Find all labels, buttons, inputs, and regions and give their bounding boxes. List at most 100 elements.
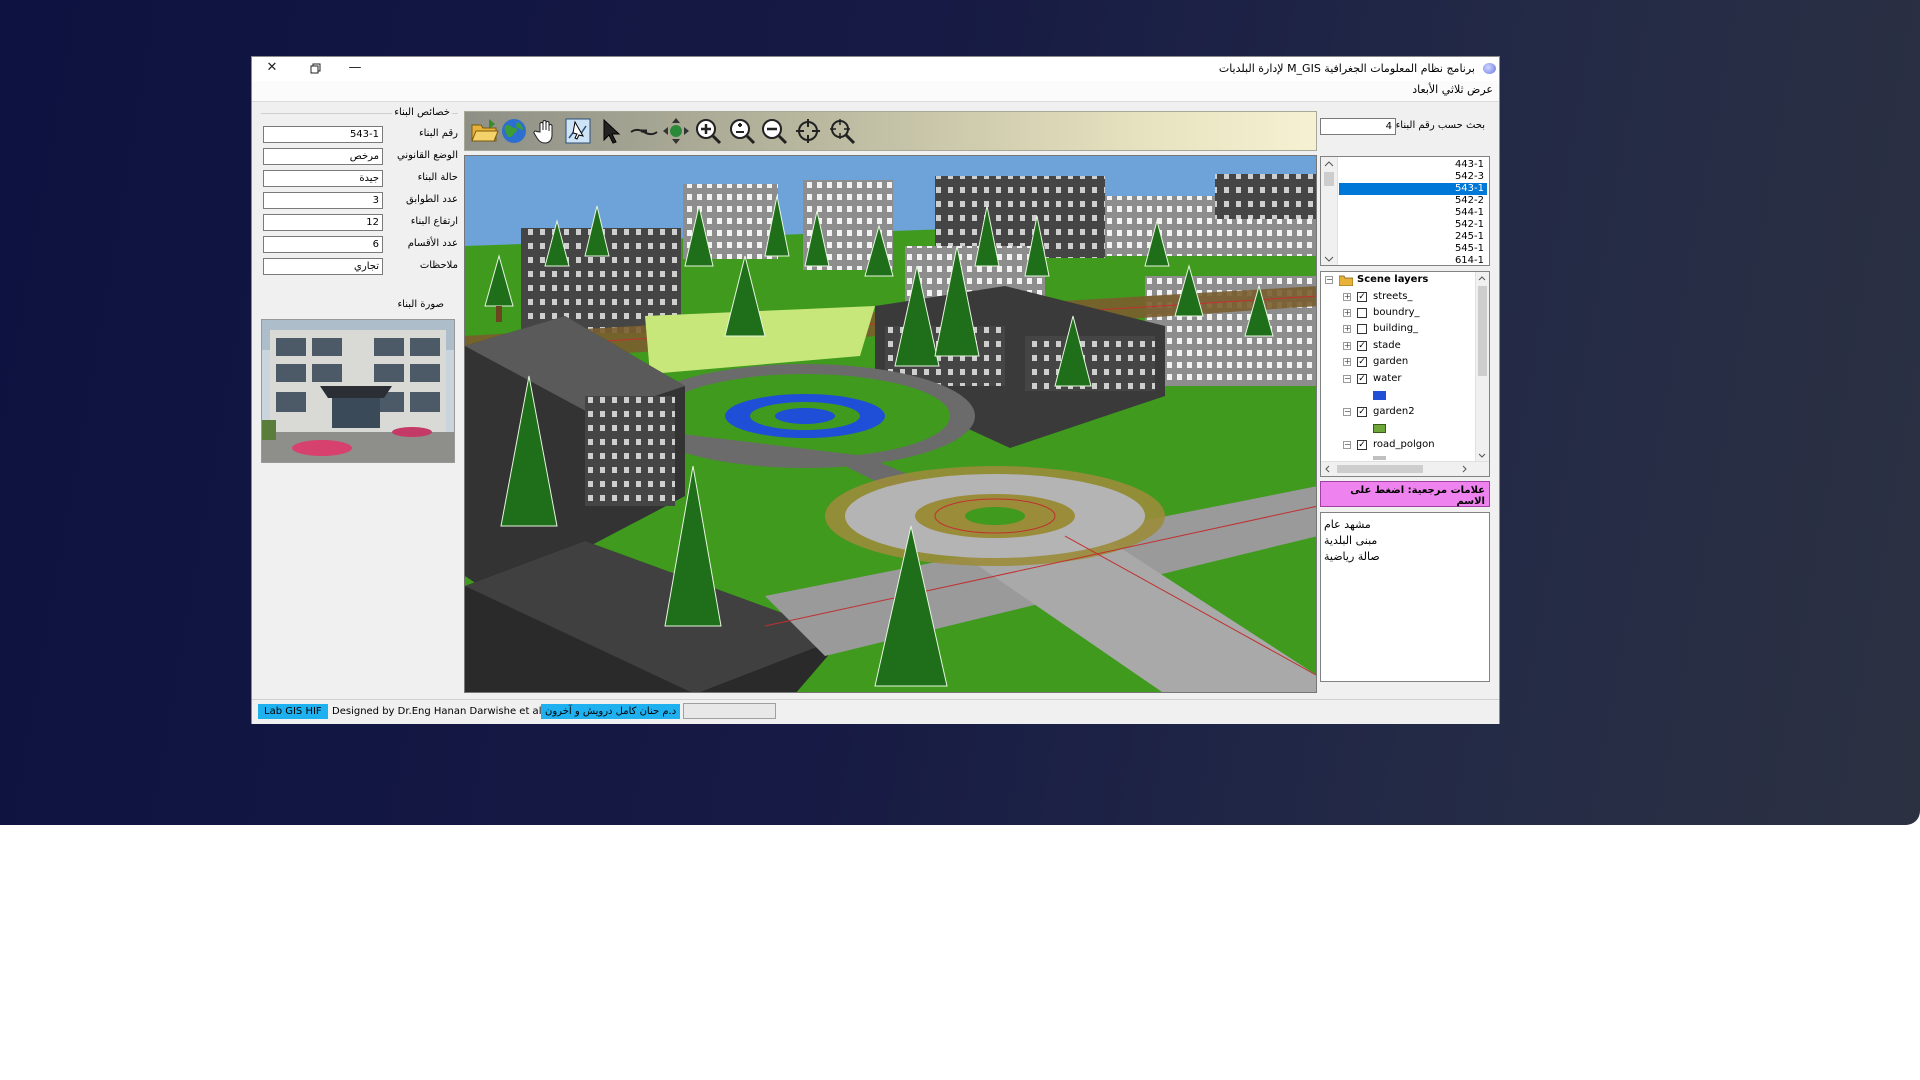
expand-icon[interactable]: + bbox=[1343, 342, 1351, 350]
list-item[interactable]: 614-1 bbox=[1339, 255, 1487, 267]
field-section-count: عدد الأقسام bbox=[263, 236, 458, 254]
title-bar: ✕ — برنامج نظام المعلومات الجغرافية M_GI… bbox=[252, 57, 1499, 81]
status-designer: Designed by Dr.Eng Hanan Darwishe et al. bbox=[332, 706, 545, 717]
app-window: ✕ — برنامج نظام المعلومات الجغرافية M_GI… bbox=[252, 57, 1499, 724]
expand-icon[interactable]: + bbox=[1343, 293, 1351, 301]
building-number-list[interactable]: 443-1 542-3 543-1 542-2 544-1 542-1 245-… bbox=[1320, 156, 1490, 266]
building-photo-label: صورة البناء bbox=[397, 299, 444, 310]
layer-checkbox[interactable] bbox=[1357, 308, 1367, 318]
collapse-icon[interactable]: − bbox=[1343, 375, 1351, 383]
building-search-label: بحث حسب رقم البناء bbox=[1395, 120, 1485, 131]
list-scrollbar[interactable] bbox=[1321, 157, 1338, 265]
zoom-to-target-icon[interactable] bbox=[827, 116, 857, 146]
pan-hand-icon[interactable] bbox=[531, 116, 561, 146]
bookmark-municipality-building[interactable]: مبنى البلدية bbox=[1324, 533, 1377, 549]
building-search-input[interactable] bbox=[1320, 118, 1396, 135]
collapse-icon[interactable]: − bbox=[1343, 408, 1351, 416]
map-toolbar bbox=[464, 111, 1317, 151]
zoom-out-icon[interactable] bbox=[759, 116, 789, 146]
3d-scene-view[interactable] bbox=[464, 155, 1317, 693]
building-properties-group: خصائص البناء رقم البناء الوضع القانوني ح… bbox=[261, 107, 458, 290]
status-bar: Lab GIS HIF Designed by Dr.Eng Hanan Dar… bbox=[252, 699, 1499, 724]
layers-folder-icon bbox=[1338, 274, 1354, 292]
layer-label: road_polgon bbox=[1373, 439, 1435, 450]
layer-checkbox[interactable]: ✓ bbox=[1357, 407, 1367, 417]
section-count-field[interactable] bbox=[263, 236, 383, 253]
layer-checkbox[interactable] bbox=[1357, 324, 1367, 334]
road-polgon-swatch bbox=[1373, 456, 1386, 460]
pointer-icon[interactable] bbox=[595, 116, 625, 146]
list-item[interactable]: 542-2 bbox=[1339, 195, 1487, 207]
list-item[interactable]: 542-1 bbox=[1339, 219, 1487, 231]
field-label: ملاحظات bbox=[419, 260, 458, 271]
zoom-in-icon[interactable] bbox=[693, 116, 723, 146]
building-number-field[interactable] bbox=[263, 126, 383, 143]
layer-label: garden bbox=[1373, 356, 1409, 367]
layer-label: garden2 bbox=[1373, 406, 1415, 417]
tree-vertical-scrollbar[interactable] bbox=[1475, 272, 1489, 462]
field-label: الوضع القانوني bbox=[397, 150, 458, 161]
list-item-selected[interactable]: 543-1 bbox=[1339, 183, 1487, 195]
building-height-field[interactable] bbox=[263, 214, 383, 231]
field-notes: ملاحظات bbox=[263, 258, 458, 276]
list-item[interactable]: 544-1 bbox=[1339, 207, 1487, 219]
floor-count-field[interactable] bbox=[263, 192, 383, 209]
bookmark-sports-hall[interactable]: صالة رياضية bbox=[1324, 549, 1380, 565]
status-progress-box bbox=[683, 703, 776, 719]
field-label: عدد الأقسام bbox=[407, 238, 458, 249]
layer-checkbox[interactable]: ✓ bbox=[1357, 374, 1367, 384]
list-item[interactable]: 545-1 bbox=[1339, 243, 1487, 255]
expand-icon[interactable]: + bbox=[1343, 358, 1351, 366]
list-item[interactable]: 443-1 bbox=[1339, 159, 1487, 171]
minimize-icon[interactable]: — bbox=[335, 57, 375, 81]
close-icon[interactable]: ✕ bbox=[252, 57, 292, 81]
garden2-swatch bbox=[1373, 424, 1386, 433]
field-label: حالة البناء bbox=[417, 172, 458, 183]
layer-label: building_ bbox=[1373, 323, 1419, 334]
expand-icon[interactable]: + bbox=[1343, 309, 1351, 317]
status-lab-name: Lab GIS HIF bbox=[258, 704, 328, 719]
menu-bar: عرض ثلاثي الأبعاد bbox=[252, 81, 1499, 102]
bookmark-general-view[interactable]: مشهد عام bbox=[1324, 517, 1371, 533]
building-condition-field[interactable] bbox=[263, 170, 383, 187]
field-label: ارتفاع البناء bbox=[410, 216, 458, 227]
restore-icon[interactable] bbox=[295, 57, 335, 81]
field-label: رقم البناء bbox=[418, 128, 458, 139]
layer-label: streets_ bbox=[1373, 291, 1413, 302]
layer-checkbox[interactable]: ✓ bbox=[1357, 357, 1367, 367]
app-icon bbox=[1483, 63, 1496, 74]
field-label: عدد الطوابق bbox=[406, 194, 458, 205]
field-legal-status: الوضع القانوني bbox=[263, 148, 458, 166]
fly-icon[interactable] bbox=[629, 116, 659, 146]
scene-layers-tree[interactable]: − Scene layers + ✓ streets_ + boundry_ +… bbox=[1320, 271, 1490, 477]
field-building-number: رقم البناء bbox=[263, 126, 458, 144]
field-building-condition: حالة البناء bbox=[263, 170, 458, 188]
layer-checkbox[interactable]: ✓ bbox=[1357, 341, 1367, 351]
layers-root-label: Scene layers bbox=[1357, 274, 1429, 285]
list-item[interactable]: 245-1 bbox=[1339, 231, 1487, 243]
tree-horizontal-scrollbar[interactable] bbox=[1321, 461, 1489, 476]
window-title: برنامج نظام المعلومات الجغرافية M_GIS لإ… bbox=[1218, 62, 1475, 75]
expand-icon[interactable]: + bbox=[1343, 325, 1351, 333]
legal-status-field[interactable] bbox=[263, 148, 383, 165]
center-target-icon[interactable] bbox=[793, 116, 823, 146]
field-floor-count: عدد الطوابق bbox=[263, 192, 458, 210]
collapse-icon[interactable]: − bbox=[1343, 441, 1351, 449]
layer-label: water bbox=[1373, 373, 1402, 384]
building-photo bbox=[261, 319, 455, 463]
status-arabic-credit: د.م حنان كامل درويش و آخرون bbox=[541, 704, 681, 719]
layer-label: stade bbox=[1373, 340, 1401, 351]
navigate-icon[interactable] bbox=[661, 116, 691, 146]
properties-group-title: خصائص البناء bbox=[392, 107, 452, 118]
open-folder-icon[interactable] bbox=[469, 116, 499, 146]
select-features-icon[interactable] bbox=[563, 116, 593, 146]
water-swatch bbox=[1373, 391, 1386, 400]
list-item[interactable]: 542-3 bbox=[1339, 171, 1487, 183]
zoom-in-out-icon[interactable] bbox=[727, 116, 757, 146]
layer-checkbox[interactable]: ✓ bbox=[1357, 440, 1367, 450]
menu-3d-view[interactable]: عرض ثلاثي الأبعاد bbox=[1412, 83, 1493, 96]
globe-icon[interactable] bbox=[499, 116, 529, 146]
notes-field[interactable] bbox=[263, 258, 383, 275]
layer-checkbox[interactable]: ✓ bbox=[1357, 292, 1367, 302]
collapse-icon[interactable]: − bbox=[1325, 276, 1333, 284]
